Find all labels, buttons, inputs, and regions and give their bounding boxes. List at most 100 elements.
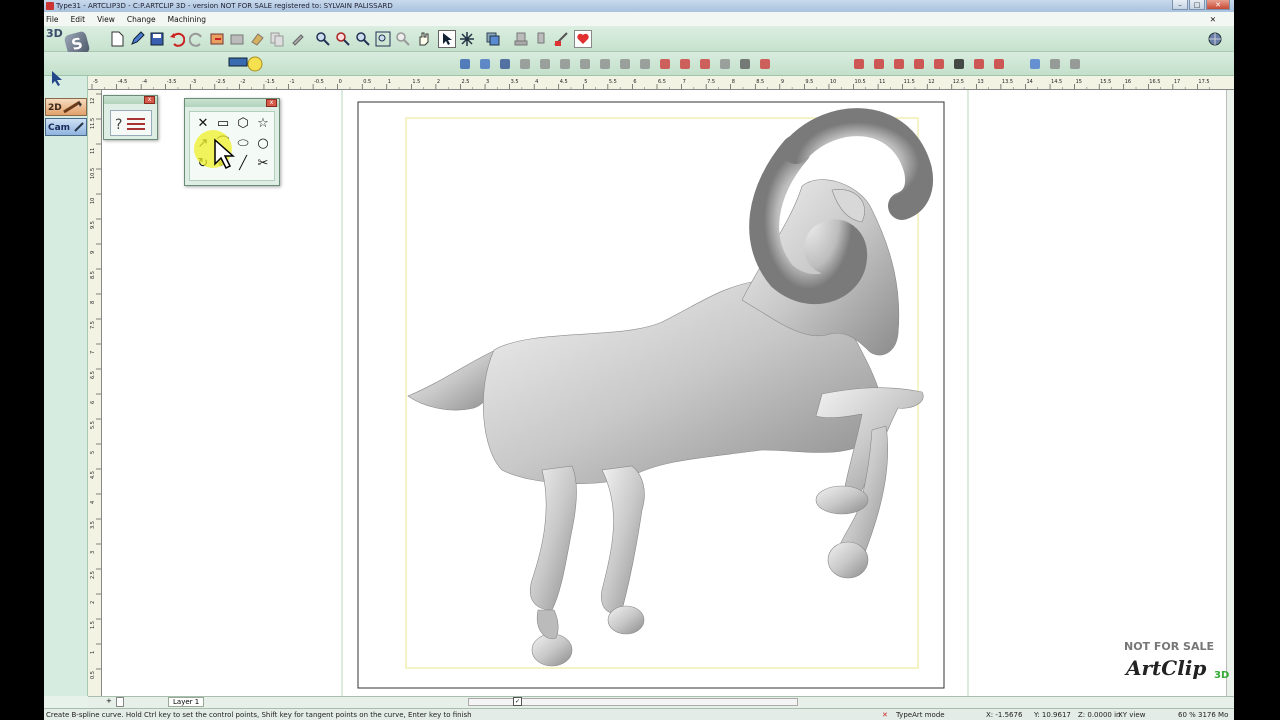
add-layer-button[interactable]: + [106, 697, 112, 705]
ruler-top-label: 12 [928, 79, 934, 85]
machine-copy-icon[interactable] [1046, 55, 1064, 73]
cut-icon[interactable] [228, 30, 246, 48]
undo-icon[interactable] [168, 30, 186, 48]
ruler-top-label: 11.5 [904, 79, 915, 85]
ruler-top-label: 4 [535, 79, 538, 85]
ruler-top-label: -4.5 [118, 79, 128, 85]
menu-view[interactable]: View [97, 15, 115, 24]
stamp-icon[interactable] [512, 30, 530, 48]
calculate-icon[interactable] [552, 30, 570, 48]
sculpt-dot-icon[interactable] [950, 55, 968, 73]
brush-icon [63, 100, 82, 114]
favorite-heart-icon[interactable] [574, 30, 592, 48]
sculpt-cut-icon[interactable] [990, 55, 1008, 73]
text-icon[interactable] [556, 55, 574, 73]
layers-icon[interactable] [484, 30, 502, 48]
import-icon[interactable] [208, 30, 226, 48]
ruler-top-label: -2 [240, 79, 245, 85]
layer-checkbox[interactable]: ✓ [513, 697, 522, 706]
zoom-all-icon[interactable] [374, 30, 392, 48]
maximize-button[interactable]: □ [1189, 0, 1205, 10]
shape-palette-close-button[interactable]: x [266, 99, 277, 107]
node-edit-icon[interactable] [458, 30, 476, 48]
mode-close-icon[interactable]: ✕ [882, 711, 888, 719]
artclip-window: Type31 - ARTCLIP3D - C:P.ARTCLIP 3D - ve… [44, 0, 1234, 720]
circle-tool[interactable]: ○ [254, 136, 272, 152]
status-bar: Create B-spline curve. Hold Ctrl key to … [44, 708, 1234, 720]
hexagon-tool[interactable]: ⬡ [234, 116, 252, 132]
help-globe-icon[interactable] [1206, 30, 1224, 48]
status-hint: Create B-spline curve. Hold Ctrl key to … [46, 711, 472, 719]
close-button[interactable]: ✕ [1206, 0, 1230, 10]
title-bar: Type31 - ARTCLIP3D - C:P.ARTCLIP 3D - ve… [44, 0, 1234, 12]
zoom-window-icon[interactable] [354, 30, 372, 48]
measure-icon[interactable] [716, 55, 734, 73]
ruler-top-label: 4.5 [560, 79, 568, 85]
menu-edit[interactable]: Edit [71, 15, 86, 24]
eraser-icon[interactable] [248, 30, 266, 48]
sculpt-smooth-icon[interactable] [910, 55, 928, 73]
menu-machining[interactable]: Machining [168, 15, 206, 24]
sculpt-add-icon[interactable] [870, 55, 888, 73]
ellipse-tool[interactable]: ⬭ [234, 136, 252, 152]
scissors-tool[interactable]: ✂ [254, 156, 272, 172]
pointer-arrow-icon[interactable] [50, 70, 64, 92]
delete-icon[interactable] [756, 55, 774, 73]
edit-pen-icon[interactable] [128, 30, 146, 48]
select-arrow-icon[interactable] [438, 30, 456, 48]
tab-2d[interactable]: 2D [45, 98, 87, 116]
lamp-render-icon[interactable] [226, 54, 266, 72]
help-palette-close-button[interactable]: x [144, 96, 155, 104]
ruler-left-label: 4.5 [90, 471, 96, 479]
globe-view-icon[interactable] [476, 55, 494, 73]
sculpt-merge-icon[interactable] [970, 55, 988, 73]
ruler-left-label: 9.5 [90, 221, 96, 229]
minimize-button[interactable]: – [1172, 0, 1188, 10]
machine-scan-icon[interactable] [1066, 55, 1084, 73]
grid-icon[interactable] [696, 55, 714, 73]
paint-icon[interactable] [288, 30, 306, 48]
pan-hand-icon[interactable] [414, 30, 432, 48]
loop-icon[interactable] [636, 55, 654, 73]
tab-cam[interactable]: Cam [45, 118, 87, 136]
ruler-left-label: 10.5 [90, 168, 96, 179]
menu-file[interactable]: File [46, 15, 59, 24]
redo-icon[interactable] [188, 30, 206, 48]
zoom-in-icon[interactable] [334, 30, 352, 48]
zoom-icon[interactable] [314, 30, 332, 48]
window-title: Type31 - ARTCLIP3D - C:P.ARTCLIP 3D - ve… [56, 2, 393, 10]
vertical-scrollbar[interactable] [1226, 90, 1234, 696]
new-file-icon[interactable] [108, 30, 126, 48]
mirror-icon[interactable] [616, 55, 634, 73]
sculpt-flat-icon[interactable] [930, 55, 948, 73]
machine-plane-icon[interactable] [1026, 55, 1044, 73]
layer-tab[interactable]: Layer 1 [168, 697, 205, 707]
sculpt-sub-icon[interactable] [890, 55, 908, 73]
line-tool[interactable]: ╱ [234, 156, 252, 172]
star-tool[interactable]: ☆ [254, 116, 272, 132]
move-up-icon[interactable] [496, 55, 514, 73]
no-entry-icon[interactable] [676, 55, 694, 73]
join-icon[interactable] [536, 55, 554, 73]
ruler-top-label: 2.5 [461, 79, 469, 85]
ruler-top-label: 7 [683, 79, 686, 85]
node-red-icon[interactable] [656, 55, 674, 73]
print-icon[interactable] [736, 55, 754, 73]
save-icon[interactable] [148, 30, 166, 48]
rotate-ccw-icon[interactable] [596, 55, 614, 73]
rotate-cw-icon[interactable] [576, 55, 594, 73]
import-down-icon[interactable] [456, 55, 474, 73]
ruler-top-label: 14.5 [1051, 79, 1062, 85]
layer-visibility-toggle[interactable] [116, 697, 124, 707]
copy-icon[interactable] [268, 30, 286, 48]
ruler-left-label: 8 [90, 301, 96, 304]
menu-close-icon[interactable]: ✕ [1210, 15, 1216, 24]
watermark-suffix: 3D [1214, 670, 1230, 681]
menu-change[interactable]: Change [127, 15, 156, 24]
ruler-left-label: 4 [90, 501, 96, 504]
align-icon[interactable] [516, 55, 534, 73]
move-icon[interactable] [532, 30, 550, 48]
zoom-out-icon[interactable] [394, 30, 412, 48]
sculpt-red-icon[interactable] [850, 55, 868, 73]
help-tool-button[interactable]: ? [110, 110, 152, 136]
